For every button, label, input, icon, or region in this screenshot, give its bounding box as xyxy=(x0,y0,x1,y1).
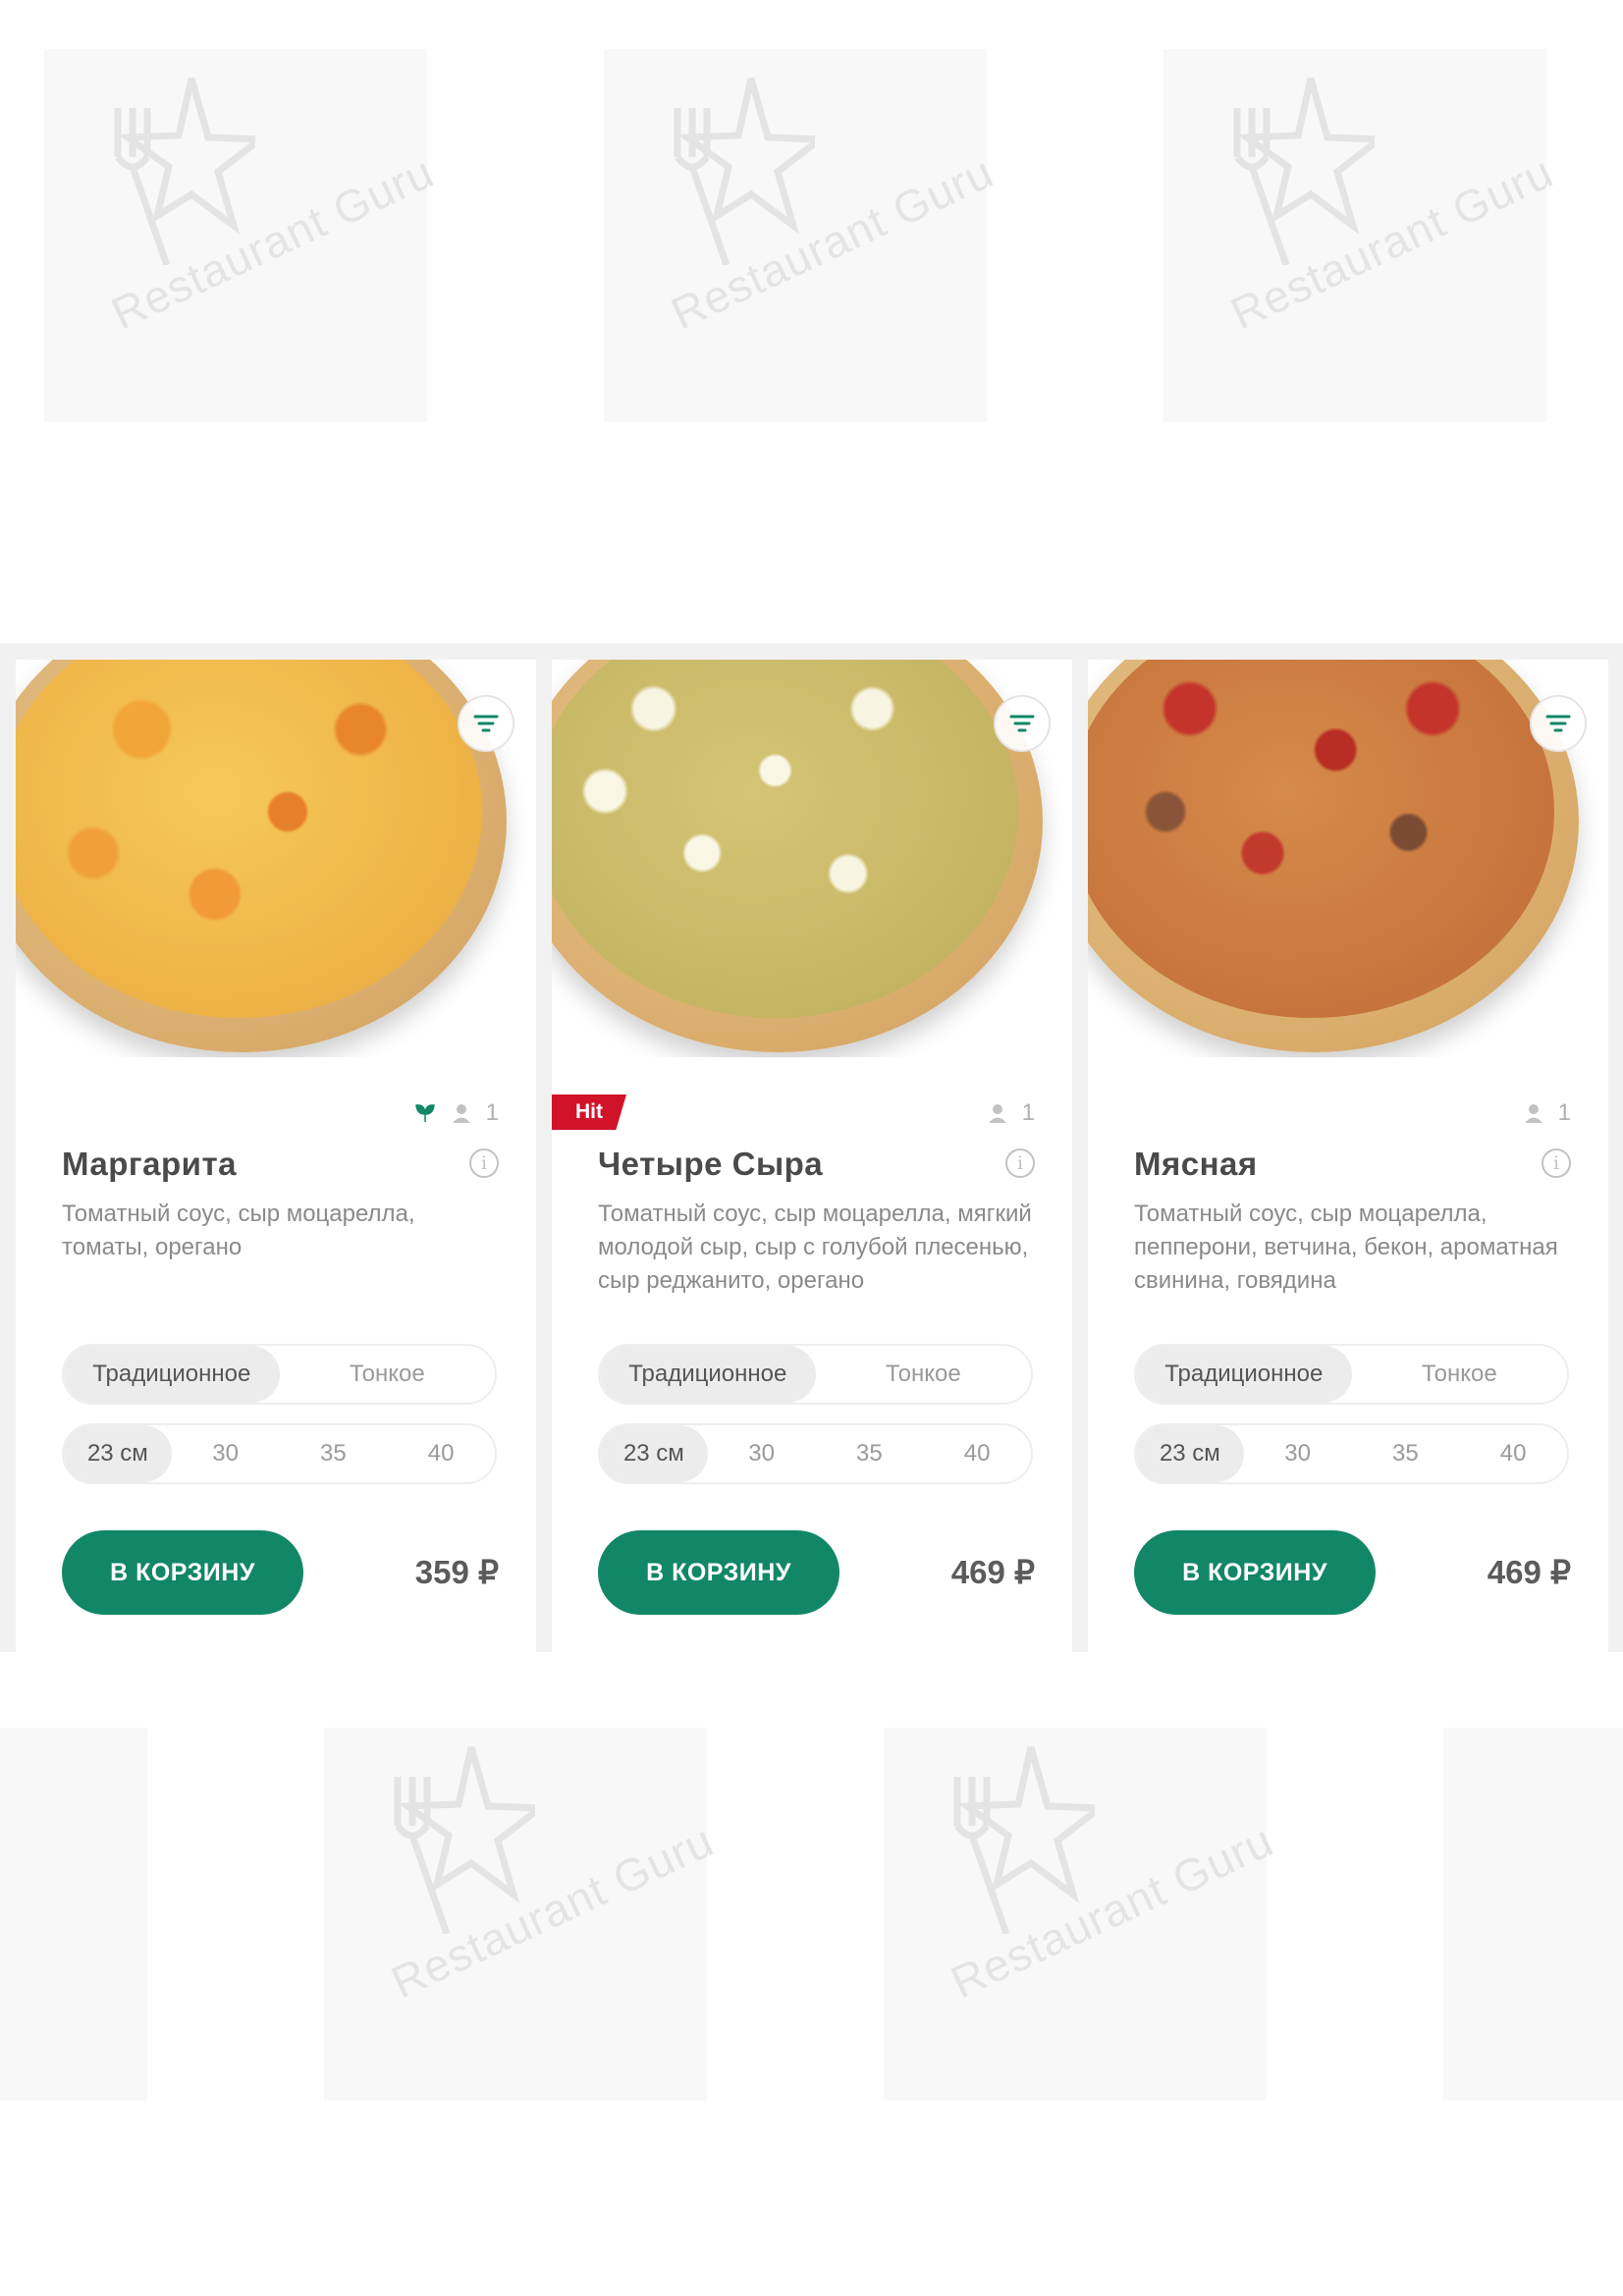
filter-icon xyxy=(1009,715,1035,732)
restaurant-guru-logo-icon xyxy=(1233,78,1375,265)
watermark-text: Restaurant Guru xyxy=(383,1814,722,2008)
watermark: Restaurant Guru xyxy=(59,69,441,363)
product-card: Hit 1 Четыре Сыра i Томатный соус, сыр м… xyxy=(552,660,1072,1652)
product-meta: 1 xyxy=(987,1099,1035,1127)
product-price: 359 ₽ xyxy=(414,1554,499,1590)
dough-option-traditional[interactable]: Традиционное xyxy=(1136,1346,1352,1403)
watermark-text: Restaurant Guru xyxy=(103,145,442,340)
watermark-panel xyxy=(0,1728,147,2101)
size-selector: 23 см 30 35 40 xyxy=(598,1423,1033,1484)
dough-option-thin[interactable]: Тонкое xyxy=(816,1346,1032,1403)
size-option[interactable]: 40 xyxy=(923,1425,1031,1482)
restaurant-guru-logo-icon xyxy=(674,78,815,265)
filter-icon xyxy=(1545,715,1571,732)
watermark-text: Restaurant Guru xyxy=(1222,145,1561,340)
size-selector: 23 см 30 35 40 xyxy=(62,1423,497,1484)
pizza-image xyxy=(1088,660,1608,1057)
product-card: 1 Мясная i Томатный соус, сыр моцарелла,… xyxy=(1088,660,1608,1652)
info-icon[interactable]: i xyxy=(1005,1148,1035,1178)
size-selector: 23 см 30 35 40 xyxy=(1134,1423,1569,1484)
dough-option-thin[interactable]: Тонкое xyxy=(280,1346,496,1403)
watermark: Restaurant Guru xyxy=(898,1737,1280,2032)
size-option[interactable]: 30 xyxy=(172,1425,280,1482)
watermark-panel xyxy=(1443,1728,1623,2101)
pizza-image xyxy=(16,660,536,1057)
restaurant-guru-logo-icon xyxy=(394,1746,535,1934)
product-title: Маргарита xyxy=(62,1146,237,1182)
persons-count: 1 xyxy=(1021,1099,1035,1126)
pizza-image xyxy=(552,660,1072,1057)
info-icon[interactable]: i xyxy=(469,1148,499,1178)
product-title: Мясная xyxy=(1134,1146,1258,1182)
size-option[interactable]: 30 xyxy=(1244,1425,1352,1482)
restaurant-guru-logo-icon xyxy=(114,78,255,265)
add-to-cart-button[interactable]: В КОРЗИНУ xyxy=(1134,1530,1376,1615)
add-to-cart-button[interactable]: В КОРЗИНУ xyxy=(598,1530,839,1615)
add-to-cart-button[interactable]: В КОРЗИНУ xyxy=(62,1530,303,1615)
watermark: Restaurant Guru xyxy=(339,1737,721,2032)
watermark-text: Restaurant Guru xyxy=(943,1814,1281,2008)
person-icon xyxy=(452,1104,470,1123)
person-icon xyxy=(1524,1104,1542,1123)
product-description: Томатный соус, сыр моцарелла, томаты, ор… xyxy=(62,1201,415,1260)
leaf-icon xyxy=(414,1104,435,1122)
product-description: Томатный соус, сыр моцарелла, пепперони,… xyxy=(1134,1201,1558,1294)
size-option[interactable]: 40 xyxy=(1459,1425,1567,1482)
persons-count: 1 xyxy=(485,1099,499,1126)
size-option[interactable]: 40 xyxy=(387,1425,495,1482)
person-icon xyxy=(988,1104,1006,1123)
size-option[interactable]: 35 xyxy=(1352,1425,1460,1482)
product-meta: 1 xyxy=(1523,1099,1571,1127)
dough-selector: Традиционное Тонкое xyxy=(1134,1344,1569,1405)
watermark-panel xyxy=(1163,49,1546,422)
size-option[interactable]: 23 см xyxy=(600,1425,708,1482)
hit-badge: Hit xyxy=(552,1095,626,1130)
product-price: 469 ₽ xyxy=(1487,1554,1571,1590)
dough-option-thin[interactable]: Тонкое xyxy=(1352,1346,1568,1403)
watermark-panel xyxy=(884,1728,1267,2101)
watermark-panel xyxy=(324,1728,707,2101)
product-price: 469 ₽ xyxy=(950,1554,1035,1590)
watermark-text: Restaurant Guru xyxy=(663,145,1001,340)
dough-option-traditional[interactable]: Традиционное xyxy=(64,1346,280,1403)
dough-selector: Традиционное Тонкое xyxy=(62,1344,497,1405)
filter-icon xyxy=(473,715,499,732)
watermark: Restaurant Guru xyxy=(1178,69,1560,363)
watermark-panel xyxy=(44,49,427,422)
size-option[interactable]: 23 см xyxy=(1136,1425,1244,1482)
filter-button[interactable] xyxy=(458,695,514,752)
product-description: Томатный соус, сыр моцарелла, мягкий мол… xyxy=(598,1201,1032,1294)
product-meta: 1 xyxy=(413,1099,499,1127)
size-option[interactable]: 35 xyxy=(816,1425,924,1482)
size-option[interactable]: 30 xyxy=(708,1425,816,1482)
watermark: Restaurant Guru xyxy=(619,69,1001,363)
dough-selector: Традиционное Тонкое xyxy=(598,1344,1033,1405)
filter-button[interactable] xyxy=(994,695,1051,752)
filter-button[interactable] xyxy=(1530,695,1587,752)
product-title: Четыре Сыра xyxy=(598,1146,824,1182)
info-icon[interactable]: i xyxy=(1542,1148,1571,1178)
size-option[interactable]: 35 xyxy=(280,1425,388,1482)
restaurant-guru-logo-icon xyxy=(953,1746,1095,1934)
watermark-panel xyxy=(604,49,987,422)
persons-count: 1 xyxy=(1557,1099,1571,1126)
size-option[interactable]: 23 см xyxy=(64,1425,172,1482)
dough-option-traditional[interactable]: Традиционное xyxy=(600,1346,816,1403)
product-card: 1 Маргарита i Томатный соус, сыр моцарел… xyxy=(16,660,536,1652)
